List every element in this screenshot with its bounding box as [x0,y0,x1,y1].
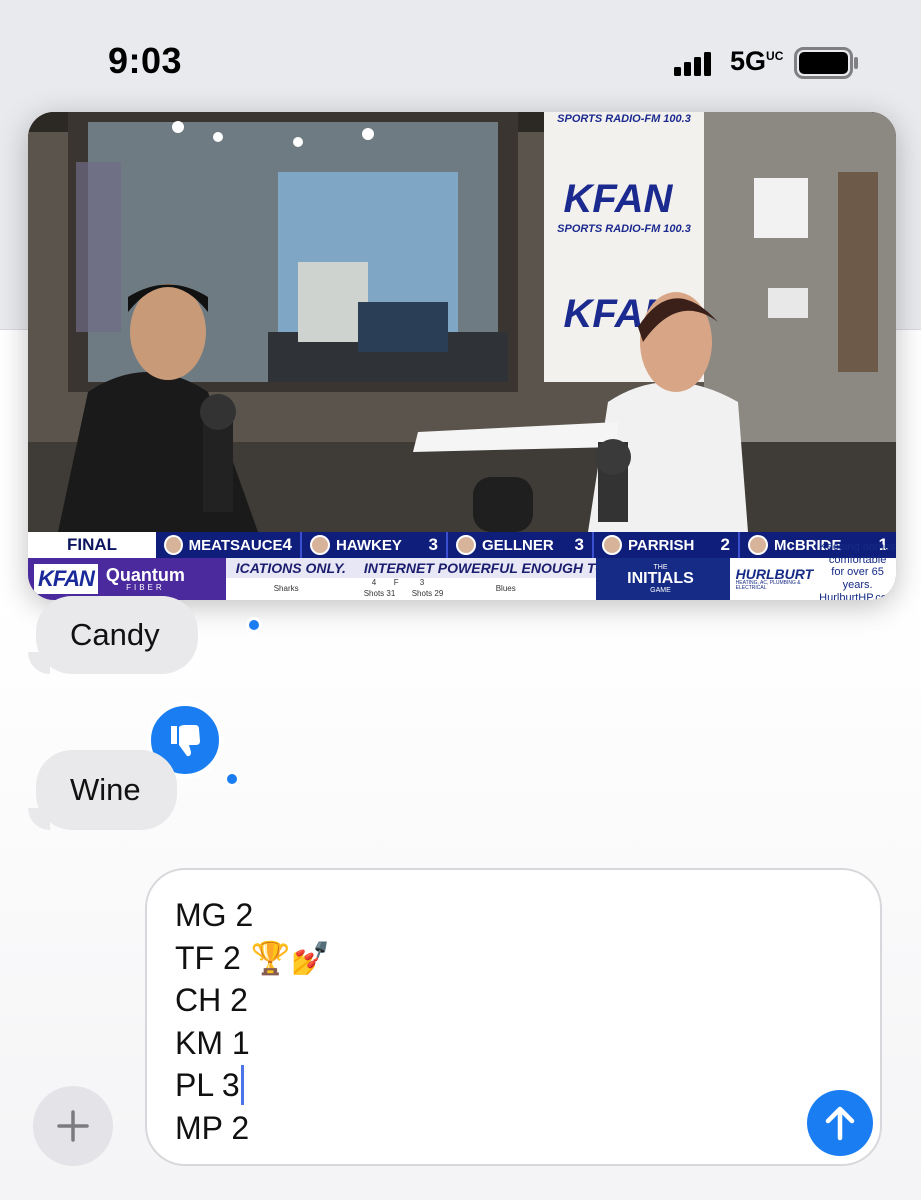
mini-score1: 4 [371,578,377,587]
game-bottom: GAME [650,587,671,594]
tapback-tail-dot [246,617,262,633]
network-label: 5G [730,46,767,76]
mini-scoreboard: Sharks 4 Shots 31 F 3 Shots 29 Blues [225,578,596,600]
crawl-item: INTERNET POWERFUL ENOUGH TO POWE [363,560,596,576]
game-name: INITIALS [627,570,694,587]
player-avatar [310,535,330,555]
ticker-score-item: MEATSAUCE 4 [156,532,302,558]
hurlburt-tagline-1: Keeping homes comfortable [819,541,896,566]
hurlburt-text: Keeping homes comfortable for over 65 ye… [819,541,896,600]
bubble-tail [28,808,50,830]
svg-text:SPORTS RADIO-FM 100.3: SPORTS RADIO-FM 100.3 [557,223,691,235]
player-avatar [748,535,768,555]
ticker-score-item: HAWKEY 3 [302,532,448,558]
hurlburt-contact: HurlburtHP.com 612-200-2120 [819,591,896,600]
ticker-name: GELLNER [482,536,554,554]
mini-shots1: Shots 31 [363,589,396,598]
message-text: Candy [70,617,160,652]
cellular-signal-icon [674,52,711,76]
network-suffix: UC [766,49,784,63]
ticker-name: PARRISH [628,536,695,554]
player-avatar [456,535,476,555]
sponsor-bar: KFAN Quantum FIBER ICATIONS ONLY. INTERNE… [28,541,896,600]
message-bubble[interactable]: Candy [36,596,198,674]
bubble-tail [28,652,50,674]
quantum-sub: FIBER [126,583,165,592]
crawl-item: ICATIONS ONLY. [235,560,346,576]
hurlburt-services: HEATING, AC, PLUMBING & ELECTRICAL [735,580,801,591]
ticker-score-item: GELLNER 3 [448,532,594,558]
hurlburt-ad: HURLBURT HEATING, AC, PLUMBING & ELECTRI… [729,541,896,600]
ticker-score: 2 [720,535,730,554]
draft-line: MP 2 [175,1107,330,1150]
draft-line: TF 2 🏆💅 [175,937,330,980]
sponsor-block: KFAN Quantum FIBER [28,558,226,600]
quantum-brand: Quantum [105,565,185,585]
draft-line-text: MG 2 [175,897,254,933]
draft-line-text: KM 1 [175,1024,250,1061]
arrow-up-icon [825,1106,855,1141]
text-cursor [240,1065,244,1106]
plus-icon [57,1110,89,1142]
message-bubble[interactable]: Wine [36,750,177,830]
hurlburt-tagline-2: for over 65 years. [831,566,884,591]
mini-period: F [393,578,399,587]
mini-team2: Blues [495,584,516,593]
draft-line-text: PL 3 [175,1067,240,1103]
thumbs-down-icon [171,725,200,757]
crawl-area: ICATIONS ONLY. INTERNET POWERFUL ENOUGH … [225,558,596,600]
mini-score2: 3 [419,578,425,587]
kfan-logo: KFAN [34,564,98,594]
draft-line-text: TF 2 [175,939,241,976]
ticker-score: 3 [574,535,584,554]
mini-shots2: Shots 29 [411,589,444,598]
draft-line: PL 3 [175,1064,330,1107]
player-avatar [602,535,622,555]
draft-line: MG 2 [175,894,330,937]
ticker-name: MEATSAUCE [188,536,283,554]
svg-text:SPORTS RADIO-FM 100.3: SPORTS RADIO-FM 100.3 [557,113,691,125]
draft-line-text: CH 2 [175,982,248,1018]
message-draft[interactable]: MG 2 TF 2 🏆💅 CH 2 KM 1 PL 3 MP 2 [175,894,330,1149]
tapback-tail-dot [224,771,240,787]
ticker-score-item: PARRISH 2 [594,532,740,558]
picture-in-picture-video[interactable]: SPORTS RADIO-FM 100.3 KFAN SPORTS RADIO-… [28,112,896,600]
news-crawl: ICATIONS ONLY. INTERNET POWERFUL ENOUGH … [225,558,596,578]
initials-game-logo: THE INITIALS GAME [591,558,730,600]
draft-line-emoji: 🏆💅 [250,939,331,976]
ticker-score: 3 [428,535,438,554]
quantum-logo: Quantum FIBER [106,566,185,592]
draft-line-text: MP 2 [175,1109,250,1146]
svg-text:KFAN: KFAN [564,177,674,221]
hurlburt-logo: HURLBURT [735,566,814,582]
add-attachment-button[interactable] [33,1086,113,1166]
player-avatar [164,535,183,555]
score-ticker: FINAL MEATSAUCE 4 HAWKEY 3 GELLNER 3 PAR… [28,532,896,558]
ticker-name: HAWKEY [336,536,402,554]
ticker-status: FINAL [28,532,156,558]
mini-team1: Sharks [273,584,299,593]
message-input[interactable]: MG 2 TF 2 🏆💅 CH 2 KM 1 PL 3 MP 2 [145,868,882,1166]
network-indicator: 5GUC [730,46,783,77]
send-button[interactable] [807,1090,873,1156]
message-text: Wine [70,772,141,807]
draft-line: CH 2 [175,979,330,1022]
ticker-score: 4 [282,535,292,554]
studio-scene: SPORTS RADIO-FM 100.3 KFAN SPORTS RADIO-… [28,112,896,600]
battery-icon [794,47,858,79]
status-time: 9:03 [108,40,183,81]
draft-line: KM 1 [175,1022,330,1065]
